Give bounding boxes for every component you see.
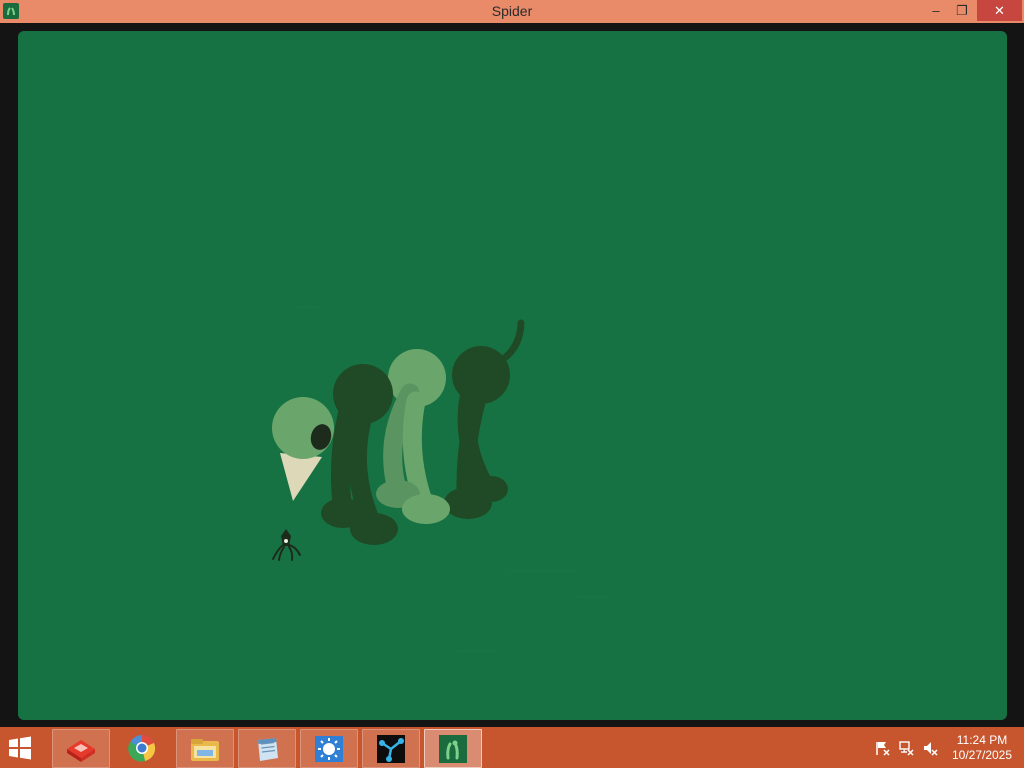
- taskbar-paint[interactable]: [300, 729, 358, 768]
- clock-time: 11:24 PM: [956, 733, 1008, 747]
- taskbar-browser[interactable]: [114, 729, 170, 766]
- file-explorer-icon: [191, 739, 219, 761]
- start-button[interactable]: [5, 733, 45, 763]
- game-scene: [272, 306, 608, 652]
- taskbar-game-app[interactable]: [52, 729, 110, 768]
- spider-player[interactable]: [272, 529, 301, 561]
- taskbar-file-explorer[interactable]: [176, 729, 234, 768]
- taskbar: 11:24 PM 10/27/2025: [0, 727, 1024, 768]
- clock[interactable]: 11:24 PM 10/27/2025: [946, 733, 1018, 763]
- game-canvas[interactable]: [18, 31, 1007, 720]
- creature: [272, 319, 525, 545]
- speaker-muted-icon[interactable]: [922, 740, 938, 756]
- restore-button[interactable]: ❐: [948, 0, 976, 21]
- window-title: Spider: [491, 3, 533, 19]
- minimize-button[interactable]: –: [922, 0, 950, 21]
- taskbar-spider-app[interactable]: [424, 729, 482, 768]
- paint-icon: [315, 736, 343, 762]
- taskbar-notepad[interactable]: [238, 729, 296, 768]
- taskbar-graph-app[interactable]: [362, 729, 420, 768]
- flag-icon[interactable]: [874, 740, 890, 756]
- game-app-icon: [67, 740, 95, 762]
- network-icon[interactable]: [898, 740, 914, 756]
- title-bar: Spider – ❐ ✕: [0, 0, 1024, 23]
- graph-app-icon: [377, 735, 405, 763]
- clock-date: 10/27/2025: [951, 748, 1013, 762]
- browser-icon: [128, 735, 156, 762]
- spider-app-icon: [439, 735, 467, 763]
- close-button[interactable]: ✕: [977, 0, 1022, 21]
- notepad-icon: [258, 738, 278, 761]
